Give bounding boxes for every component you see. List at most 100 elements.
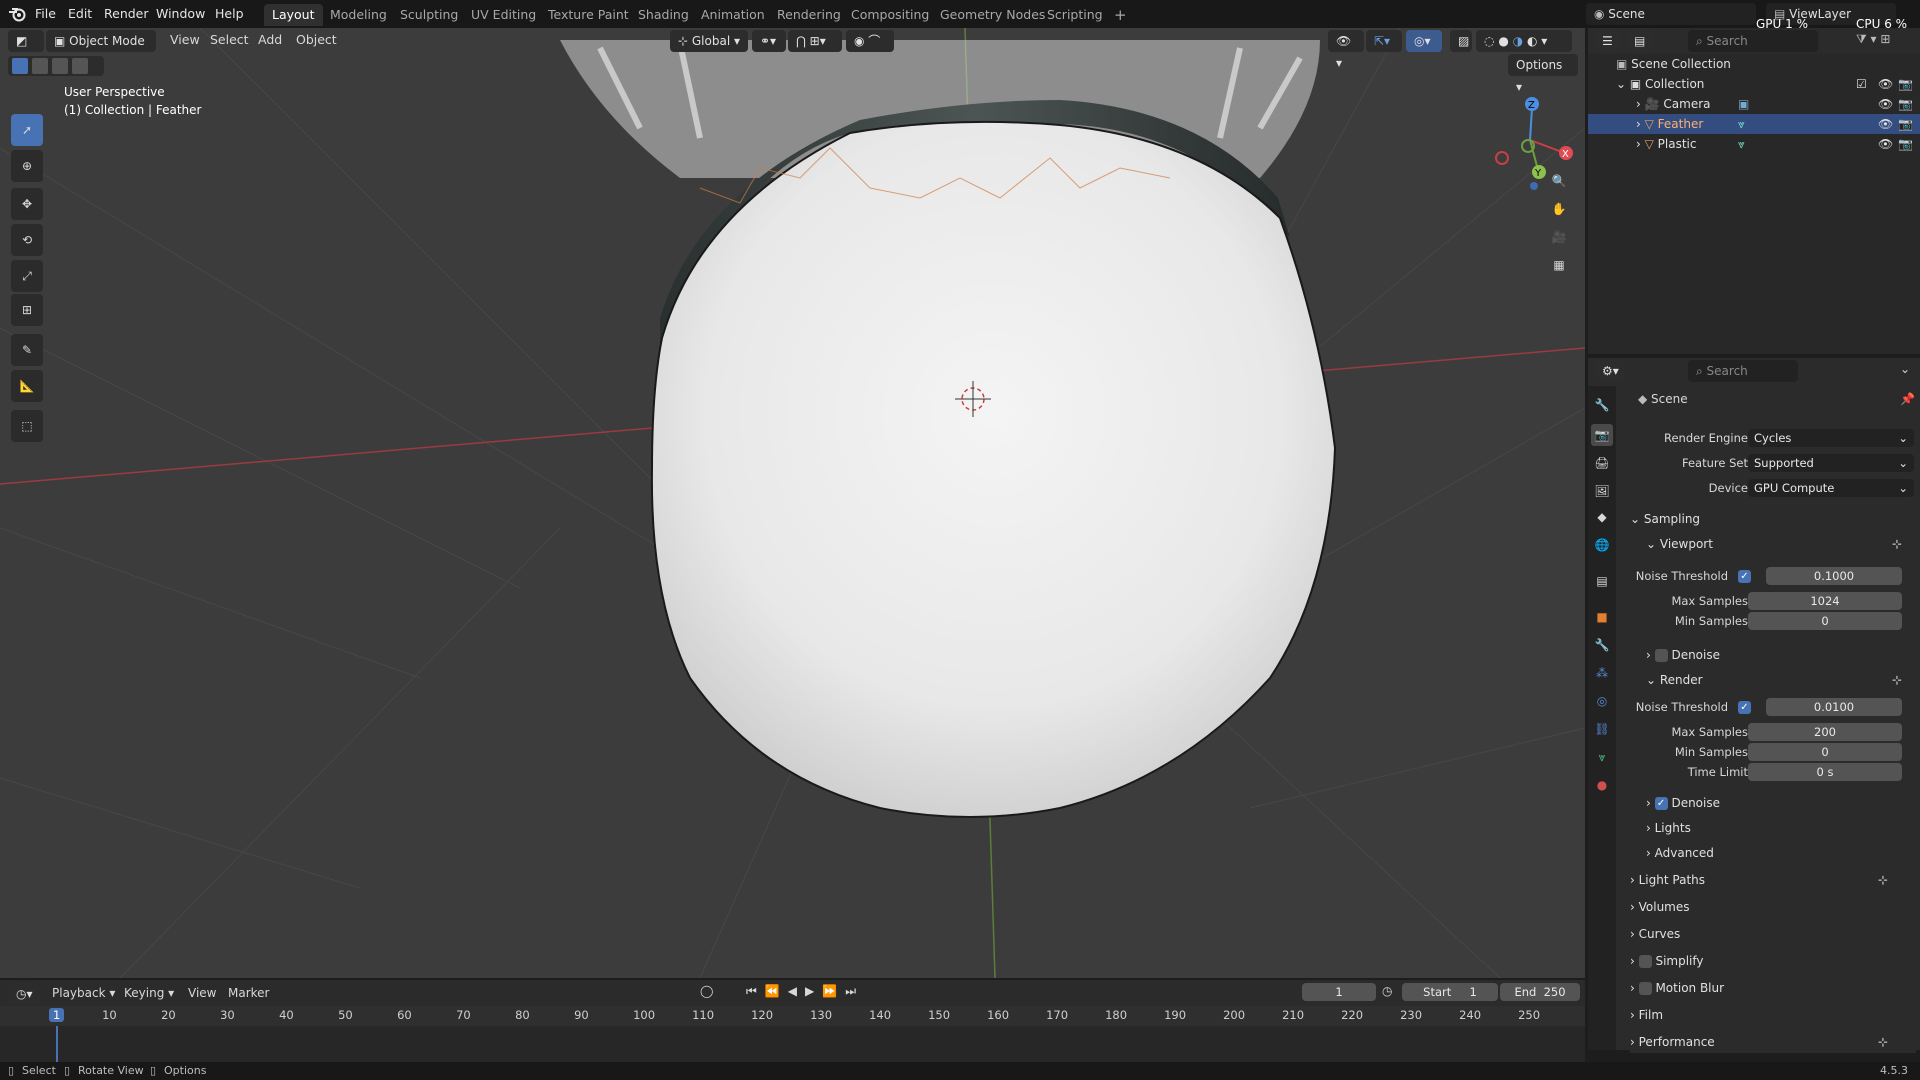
- properties-editor-type[interactable]: ⚙▾: [1594, 360, 1624, 382]
- scene-selector[interactable]: ◉ Scene: [1586, 3, 1756, 25]
- vp-noise-field[interactable]: 0.1000: [1766, 567, 1902, 585]
- presets-icon[interactable]: ⊹: [1892, 669, 1902, 691]
- measure-tool[interactable]: 📐: [11, 370, 43, 402]
- tab-layout[interactable]: Layout: [264, 4, 323, 26]
- object-tab-icon[interactable]: ■: [1591, 606, 1613, 628]
- plastic-mesh-data-icon[interactable]: ⩔: [1738, 134, 1745, 154]
- film-panel[interactable]: › Film: [1630, 1004, 1916, 1026]
- select-subtract-icon[interactable]: [52, 58, 68, 74]
- overlays-toggle[interactable]: ◎▾: [1406, 30, 1442, 52]
- device-dropdown[interactable]: GPU Compute ⌄: [1748, 479, 1914, 497]
- motion-blur-panel[interactable]: › Motion Blur: [1630, 977, 1916, 999]
- menu-file[interactable]: File: [35, 4, 56, 24]
- expand-chevron-icon[interactable]: ⌄: [1616, 77, 1630, 91]
- menu-object[interactable]: Object: [296, 32, 337, 47]
- tab-uv-editing[interactable]: UV Editing: [463, 4, 544, 26]
- keyframe-area[interactable]: [0, 1026, 1585, 1062]
- outliner-item-feather[interactable]: › ▽ Feather ⩔ 👁 📷: [1588, 114, 1920, 134]
- menu-keying[interactable]: Keying ▾: [124, 986, 174, 1000]
- preview-range-icon[interactable]: ◷: [1382, 984, 1392, 998]
- constraints-tab-icon[interactable]: ⛓: [1591, 718, 1613, 740]
- mode-dropdown[interactable]: ▣ Object Mode ▾: [46, 30, 156, 70]
- r-min-field[interactable]: 0: [1748, 743, 1902, 761]
- collection-render-icon[interactable]: 📷: [1898, 74, 1913, 94]
- outliner-editor-type[interactable]: ☰: [1594, 30, 1622, 52]
- properties-search[interactable]: ⌕ Search: [1688, 360, 1798, 382]
- display-mode-button[interactable]: ▤: [1626, 30, 1654, 52]
- autokey-record-icon[interactable]: ◯: [700, 984, 713, 998]
- tab-shading[interactable]: Shading: [630, 4, 697, 26]
- collection-tab-icon[interactable]: ▤: [1591, 570, 1613, 592]
- transform-tool[interactable]: ⊞: [11, 294, 43, 326]
- options-dropdown[interactable]: Options ▾: [1508, 54, 1578, 94]
- transform-orientation-dropdown[interactable]: ⊹ Global ▾: [670, 30, 748, 52]
- pivot-point-button[interactable]: ⚭▾: [752, 30, 786, 52]
- simplify-checkbox[interactable]: [1638, 955, 1652, 968]
- filter-icon[interactable]: ⧩ ▾ ⊞: [1856, 32, 1916, 50]
- menu-view[interactable]: View: [170, 32, 200, 47]
- current-frame-field[interactable]: 1: [1302, 983, 1376, 1001]
- tab-animation[interactable]: Animation: [693, 4, 773, 26]
- vp-max-field[interactable]: 1024: [1748, 592, 1902, 610]
- menu-add[interactable]: Add: [258, 32, 282, 47]
- r-max-field[interactable]: 200: [1748, 723, 1902, 741]
- tab-sculpting[interactable]: Sculpting: [392, 4, 466, 26]
- presets-icon[interactable]: ⊹: [1878, 869, 1888, 891]
- feather-visibility-icon[interactable]: 👁: [1878, 114, 1893, 134]
- render-tab-icon[interactable]: 📷: [1591, 424, 1613, 446]
- select-invert-icon[interactable]: [72, 58, 88, 74]
- r-noise-field[interactable]: 0.0100: [1766, 698, 1902, 716]
- pan-hand-icon[interactable]: ✋: [1548, 198, 1570, 220]
- add-workspace-button[interactable]: +: [1106, 4, 1135, 26]
- end-frame-field[interactable]: End 250: [1500, 983, 1580, 1001]
- menu-help[interactable]: Help: [215, 4, 244, 24]
- select-box-tool[interactable]: ➚: [11, 114, 43, 146]
- move-tool[interactable]: ✥: [11, 188, 43, 220]
- camera-render-icon[interactable]: 📷: [1898, 94, 1913, 114]
- lights-subpanel[interactable]: › Lights: [1646, 817, 1916, 839]
- render-subpanel-header[interactable]: ⌄ Render ⊹: [1646, 669, 1916, 691]
- jump-end-icon[interactable]: ⏭: [845, 984, 856, 999]
- r-noise-checkbox[interactable]: ✓: [1738, 701, 1751, 714]
- advanced-subpanel[interactable]: › Advanced: [1646, 842, 1916, 864]
- menu-window[interactable]: Window: [156, 4, 205, 24]
- curves-panel[interactable]: › Curves: [1630, 923, 1916, 945]
- tab-texture-paint[interactable]: Texture Paint: [540, 4, 637, 26]
- tab-modeling[interactable]: Modeling: [322, 4, 395, 26]
- play-icon[interactable]: ▶: [805, 984, 814, 999]
- menu-marker[interactable]: Marker: [228, 986, 269, 1000]
- r-denoise-subpanel[interactable]: › ✓ Denoise: [1646, 792, 1916, 814]
- world-tab-icon[interactable]: 🌐: [1591, 534, 1613, 556]
- ortho-grid-icon[interactable]: ▦: [1548, 254, 1570, 276]
- vp-noise-checkbox[interactable]: ✓: [1738, 570, 1751, 583]
- proportional-edit-button[interactable]: ◉ ⌒: [846, 30, 894, 52]
- r-time-field[interactable]: 0 s: [1748, 763, 1902, 781]
- wireframe-shading-icon[interactable]: ◌: [1484, 34, 1494, 48]
- vp-denoise-subpanel[interactable]: › Denoise: [1646, 644, 1916, 666]
- scale-tool[interactable]: ⤢: [11, 260, 43, 292]
- gizmo-toggle[interactable]: ⇱▾: [1366, 30, 1402, 52]
- visibility-button[interactable]: 👁▾: [1328, 30, 1364, 70]
- r-denoise-checkbox[interactable]: ✓: [1654, 797, 1668, 810]
- blender-logo-icon[interactable]: [8, 5, 26, 23]
- collection-checkbox[interactable]: ☑: [1856, 74, 1867, 94]
- plastic-visibility-icon[interactable]: 👁: [1878, 134, 1893, 154]
- vp-min-field[interactable]: 0: [1748, 612, 1902, 630]
- properties-options-icon[interactable]: ⌄: [1900, 362, 1910, 376]
- menu-edit[interactable]: Edit: [68, 4, 92, 24]
- next-keyframe-icon[interactable]: ⏩: [822, 984, 837, 999]
- snap-button[interactable]: ⋂ ⊞▾: [788, 30, 842, 52]
- simplify-panel[interactable]: › Simplify: [1630, 950, 1916, 972]
- feature-set-dropdown[interactable]: Supported ⌄: [1748, 454, 1914, 472]
- camera-view-icon[interactable]: 🎥: [1548, 226, 1570, 248]
- volumes-panel[interactable]: › Volumes: [1630, 896, 1916, 918]
- menu-playback[interactable]: Playback ▾: [52, 986, 115, 1000]
- modifier-tab-icon[interactable]: 🔧: [1591, 634, 1613, 656]
- prev-keyframe-icon[interactable]: ⏪: [765, 984, 780, 999]
- feather-mesh-data-icon[interactable]: ⩔: [1738, 114, 1745, 134]
- outliner-item-camera[interactable]: › 🎥 Camera ▣ 👁 📷: [1588, 94, 1920, 114]
- tab-rendering[interactable]: Rendering: [769, 4, 849, 26]
- menu-select[interactable]: Select: [210, 32, 249, 47]
- jump-start-icon[interactable]: ⏮: [746, 984, 757, 999]
- feather-render-icon[interactable]: 📷: [1898, 114, 1913, 134]
